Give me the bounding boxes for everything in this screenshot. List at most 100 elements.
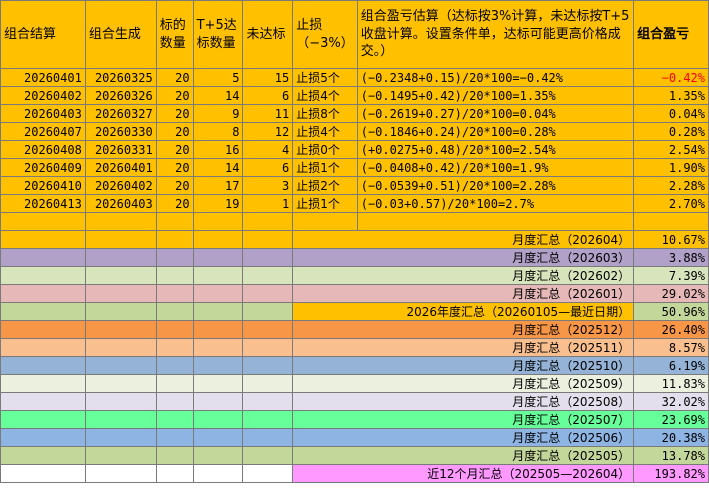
- summary-empty-cell[interactable]: [155, 302, 194, 321]
- summary-empty-cell[interactable]: [242, 464, 294, 483]
- cell-miss-count[interactable]: 12: [242, 122, 294, 141]
- summary-value[interactable]: 8.57%: [633, 338, 709, 357]
- summary-empty-cell[interactable]: [242, 248, 294, 267]
- summary-empty-cell[interactable]: [84, 392, 157, 411]
- summary-empty-cell[interactable]: [155, 248, 194, 267]
- cell-settle-date[interactable]: 20260408: [0, 140, 86, 159]
- summary-label[interactable]: 月度汇总（202509）: [292, 374, 635, 393]
- summary-value[interactable]: 29.02%: [633, 284, 709, 303]
- cell-stop-loss[interactable]: 止损0个: [292, 140, 358, 159]
- blank-cell[interactable]: [242, 212, 294, 231]
- cell-gen-date[interactable]: 20260330: [84, 122, 157, 141]
- summary-value[interactable]: 193.82%: [633, 464, 709, 483]
- summary-empty-cell[interactable]: [84, 302, 157, 321]
- summary-empty-cell[interactable]: [192, 338, 244, 357]
- summary-empty-cell[interactable]: [192, 266, 244, 285]
- cell-count[interactable]: 20: [155, 176, 194, 195]
- header-hit[interactable]: T+5达标数量: [192, 0, 244, 69]
- header-calc[interactable]: 组合盈亏估算（达标按3%计算，未达标按T+5收盘计算。设置条件单，达标可能更高价…: [356, 0, 635, 69]
- blank-cell[interactable]: [292, 212, 358, 231]
- cell-calc[interactable]: (−0.2348+0.15)/20*100=−0.42%: [356, 68, 635, 87]
- summary-empty-cell[interactable]: [0, 338, 86, 357]
- cell-miss-count[interactable]: 6: [242, 86, 294, 105]
- summary-label[interactable]: 2026年度汇总（20260105—最近日期）: [292, 302, 635, 321]
- summary-empty-cell[interactable]: [242, 446, 294, 465]
- summary-empty-cell[interactable]: [192, 446, 244, 465]
- summary-value[interactable]: 10.67%: [633, 230, 709, 249]
- cell-stop-loss[interactable]: 止损4个: [292, 86, 358, 105]
- cell-calc[interactable]: (−0.1495+0.42)/20*100=1.35%: [356, 86, 635, 105]
- blank-cell[interactable]: [192, 212, 244, 231]
- summary-value[interactable]: 32.02%: [633, 392, 709, 411]
- cell-stop-loss[interactable]: 止损4个: [292, 122, 358, 141]
- summary-label[interactable]: 月度汇总（202507）: [292, 410, 635, 429]
- cell-gen-date[interactable]: 20260401: [84, 158, 157, 177]
- summary-empty-cell[interactable]: [192, 392, 244, 411]
- header-gen-date[interactable]: 组合生成: [84, 0, 157, 69]
- cell-gen-date[interactable]: 20260325: [84, 68, 157, 87]
- summary-empty-cell[interactable]: [192, 356, 244, 375]
- summary-empty-cell[interactable]: [84, 446, 157, 465]
- summary-empty-cell[interactable]: [155, 392, 194, 411]
- cell-stop-loss[interactable]: 止损1个: [292, 158, 358, 177]
- cell-pnl[interactable]: 2.70%: [633, 194, 709, 213]
- cell-miss-count[interactable]: 1: [242, 194, 294, 213]
- summary-label[interactable]: 月度汇总（202511）: [292, 338, 635, 357]
- summary-empty-cell[interactable]: [242, 374, 294, 393]
- cell-miss-count[interactable]: 11: [242, 104, 294, 123]
- cell-calc[interactable]: (−0.1846+0.24)/20*100=0.28%: [356, 122, 635, 141]
- summary-empty-cell[interactable]: [242, 320, 294, 339]
- cell-count[interactable]: 20: [155, 158, 194, 177]
- cell-settle-date[interactable]: 20260409: [0, 158, 86, 177]
- cell-stop-loss[interactable]: 止损2个: [292, 176, 358, 195]
- cell-count[interactable]: 20: [155, 122, 194, 141]
- cell-gen-date[interactable]: 20260326: [84, 86, 157, 105]
- cell-pnl[interactable]: 0.28%: [633, 122, 709, 141]
- summary-empty-cell[interactable]: [155, 374, 194, 393]
- summary-label[interactable]: 月度汇总（202603）: [292, 248, 635, 267]
- cell-miss-count[interactable]: 4: [242, 140, 294, 159]
- cell-hit-count[interactable]: 14: [192, 86, 244, 105]
- summary-empty-cell[interactable]: [84, 464, 157, 483]
- cell-stop-loss[interactable]: 止损5个: [292, 68, 358, 87]
- cell-pnl[interactable]: 0.04%: [633, 104, 709, 123]
- summary-empty-cell[interactable]: [192, 410, 244, 429]
- summary-label[interactable]: 近12个月汇总（202505—202604）: [292, 464, 635, 483]
- summary-empty-cell[interactable]: [155, 464, 194, 483]
- summary-value[interactable]: 6.19%: [633, 356, 709, 375]
- summary-empty-cell[interactable]: [0, 410, 86, 429]
- summary-value[interactable]: 23.69%: [633, 410, 709, 429]
- summary-empty-cell[interactable]: [155, 446, 194, 465]
- summary-empty-cell[interactable]: [155, 428, 194, 447]
- blank-cell[interactable]: [633, 212, 709, 231]
- cell-hit-count[interactable]: 5: [192, 68, 244, 87]
- cell-settle-date[interactable]: 20260401: [0, 68, 86, 87]
- cell-settle-date[interactable]: 20260410: [0, 176, 86, 195]
- summary-empty-cell[interactable]: [155, 338, 194, 357]
- summary-empty-cell[interactable]: [242, 338, 294, 357]
- cell-hit-count[interactable]: 16: [192, 140, 244, 159]
- summary-value[interactable]: 3.88%: [633, 248, 709, 267]
- summary-empty-cell[interactable]: [192, 302, 244, 321]
- summary-empty-cell[interactable]: [242, 356, 294, 375]
- cell-settle-date[interactable]: 20260403: [0, 104, 86, 123]
- summary-empty-cell[interactable]: [242, 230, 294, 249]
- summary-label[interactable]: 月度汇总（202602）: [292, 266, 635, 285]
- summary-empty-cell[interactable]: [192, 428, 244, 447]
- cell-hit-count[interactable]: 14: [192, 158, 244, 177]
- summary-empty-cell[interactable]: [0, 392, 86, 411]
- cell-count[interactable]: 20: [155, 140, 194, 159]
- summary-empty-cell[interactable]: [0, 446, 86, 465]
- cell-pnl[interactable]: 1.90%: [633, 158, 709, 177]
- summary-label[interactable]: 月度汇总（202601）: [292, 284, 635, 303]
- summary-value[interactable]: 13.78%: [633, 446, 709, 465]
- cell-settle-date[interactable]: 20260407: [0, 122, 86, 141]
- summary-empty-cell[interactable]: [192, 464, 244, 483]
- summary-empty-cell[interactable]: [192, 284, 244, 303]
- summary-label[interactable]: 月度汇总（202508）: [292, 392, 635, 411]
- cell-count[interactable]: 20: [155, 68, 194, 87]
- cell-hit-count[interactable]: 8: [192, 122, 244, 141]
- cell-pnl[interactable]: −0.42%: [633, 68, 709, 87]
- cell-count[interactable]: 20: [155, 86, 194, 105]
- blank-cell[interactable]: [84, 212, 157, 231]
